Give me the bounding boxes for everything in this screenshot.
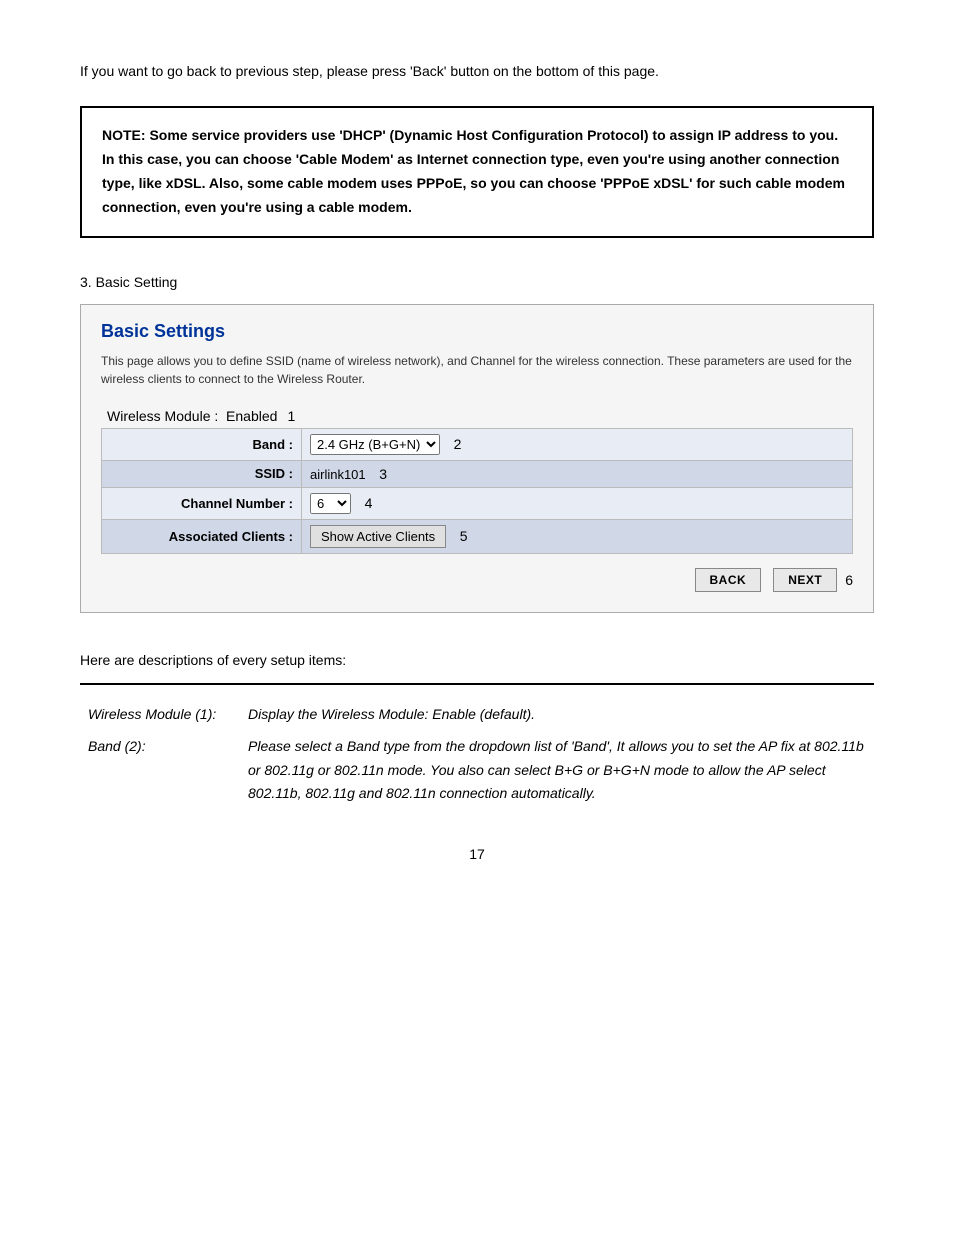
panel-heading: Basic Settings <box>101 321 853 342</box>
ssid-label: SSID : <box>102 460 302 487</box>
desc-row-band: Band (2): Please select a Band type from… <box>80 731 874 810</box>
navigation-buttons: BACK NEXT 6 <box>101 568 853 592</box>
band-badge: 2 <box>454 436 462 452</box>
channel-badge: 4 <box>365 495 373 511</box>
section-title: 3. Basic Setting <box>80 274 874 290</box>
divider <box>80 683 874 685</box>
channel-row: Channel Number : 123 456 789 1011 4 <box>102 487 853 519</box>
basic-settings-panel: Basic Settings This page allows you to d… <box>80 304 874 613</box>
desc-term-wireless-module: Wireless Module (1): <box>80 699 240 731</box>
note-text: NOTE: Some service providers use 'DHCP' … <box>102 124 852 219</box>
wireless-module-row: Wireless Module : Enabled 1 <box>101 404 853 428</box>
settings-table: Band : 2.4 GHz (B+G+N) 2.4 GHz (B) 2.4 G… <box>101 428 853 554</box>
nav-badge: 6 <box>845 572 853 588</box>
channel-value: 123 456 789 1011 4 <box>302 487 853 519</box>
ssid-text: airlink101 <box>310 467 366 482</box>
channel-label: Channel Number : <box>102 487 302 519</box>
next-button[interactable]: NEXT <box>773 568 837 592</box>
desc-body-band: Please select a Band type from the dropd… <box>240 731 874 810</box>
panel-description: This page allows you to define SSID (nam… <box>101 352 853 388</box>
desc-body-wireless-module: Display the Wireless Module: Enable (def… <box>240 699 874 731</box>
band-row: Band : 2.4 GHz (B+G+N) 2.4 GHz (B) 2.4 G… <box>102 428 853 460</box>
note-box: NOTE: Some service providers use 'DHCP' … <box>80 106 874 237</box>
associated-clients-badge: 5 <box>460 528 468 544</box>
wireless-module-value: Enabled <box>226 408 277 424</box>
desc-row-wireless-module: Wireless Module (1): Display the Wireles… <box>80 699 874 731</box>
band-value: 2.4 GHz (B+G+N) 2.4 GHz (B) 2.4 GHz (G) … <box>302 428 853 460</box>
wireless-module-badge: 1 <box>287 408 295 424</box>
descriptions-heading: Here are descriptions of every setup ite… <box>80 649 874 671</box>
channel-select[interactable]: 123 456 789 1011 <box>310 493 351 514</box>
show-active-clients-button[interactable]: Show Active Clients <box>310 525 446 548</box>
associated-clients-value: Show Active Clients 5 <box>302 519 853 553</box>
ssid-row: SSID : airlink101 3 <box>102 460 853 487</box>
ssid-badge: 3 <box>379 466 387 482</box>
back-button[interactable]: BACK <box>695 568 762 592</box>
associated-clients-label: Associated Clients : <box>102 519 302 553</box>
page-number: 17 <box>80 846 874 862</box>
band-label: Band : <box>102 428 302 460</box>
band-select[interactable]: 2.4 GHz (B+G+N) 2.4 GHz (B) 2.4 GHz (G) … <box>310 434 440 455</box>
associated-clients-row: Associated Clients : Show Active Clients… <box>102 519 853 553</box>
desc-term-band: Band (2): <box>80 731 240 810</box>
intro-text: If you want to go back to previous step,… <box>80 60 874 82</box>
ssid-value: airlink101 3 <box>302 460 853 487</box>
wireless-module-label: Wireless Module : <box>107 408 218 424</box>
descriptions-table: Wireless Module (1): Display the Wireles… <box>80 699 874 810</box>
descriptions-section: Here are descriptions of every setup ite… <box>80 649 874 811</box>
